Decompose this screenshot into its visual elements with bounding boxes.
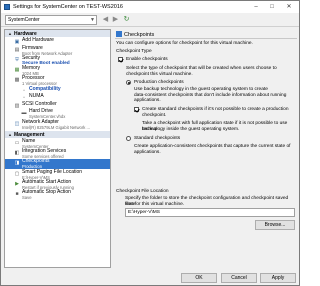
tree-item-detail: Save	[22, 195, 32, 201]
checkpoints-icon	[116, 31, 122, 37]
tree-item-automatic-stop-action[interactable]: ■ Automatic Stop Action Save	[5, 190, 110, 201]
automatic-start-icon: ▶	[15, 181, 19, 187]
memory-icon: ▦	[14, 67, 20, 74]
toolbar: SystemCenter ▼ ◀ ▶ ↻	[1, 13, 299, 27]
section-header-label: Management	[14, 131, 45, 138]
management-section-header[interactable]: ▲ Management	[5, 130, 110, 138]
production-desc-3: applications.	[134, 98, 161, 104]
file-location-desc-2: files for this virtual machine.	[125, 201, 185, 207]
integration-services-icon: ◧	[14, 150, 20, 157]
checkpoints-panel: Checkpoints You can configure options fo…	[114, 29, 298, 268]
tree-item-integration-services[interactable]: ◧ Integration Services Some services offer…	[5, 149, 110, 160]
production-checkpoints-radio[interactable]	[126, 80, 131, 85]
tree-item-security[interactable]: ⛨ Security Secure Boot enabled	[5, 55, 110, 66]
tree-item-label: NUMA	[29, 93, 44, 100]
checkpoints-icon: ◨	[14, 160, 20, 167]
tree-item-hard-drive[interactable]: ▬ Hard Drive SystemCenter.vhdx	[5, 109, 110, 120]
ok-button[interactable]: OK	[181, 273, 217, 283]
dialog-footer: OK Cancel Apply	[1, 271, 299, 285]
firmware-icon: ▤	[14, 46, 20, 53]
checkpoint-location-input[interactable]: E:\Hyper-V\MS	[125, 208, 295, 217]
refresh-icon[interactable]: ↻	[122, 15, 131, 25]
vm-selector[interactable]: SystemCenter ▼	[5, 15, 97, 25]
enable-checkpoints-label[interactable]: Enable checkpoints	[126, 57, 168, 63]
settings-window: Settings for SystemCenter on TEST-WS2016…	[0, 0, 300, 286]
browse-button[interactable]: Browse...	[255, 220, 295, 230]
chevron-down-icon: ▼	[90, 17, 95, 23]
maximize-button[interactable]: □	[265, 2, 279, 12]
automatic-stop-icon: ■	[15, 191, 19, 198]
production-checkpoints-label[interactable]: Production checkpoints	[134, 80, 184, 86]
tree-item-label: SCSI Controller	[22, 100, 57, 107]
standard-checkpoints-radio[interactable]	[126, 136, 131, 141]
smart-paging-icon: ▢	[14, 170, 20, 177]
standard-checkpoints-label[interactable]: Standard checkpoints	[134, 136, 180, 142]
tree-item-checkpoints[interactable]: ◨ Checkpoints Production	[5, 159, 110, 170]
title-bar: Settings for SystemCenter on TEST-WS2016…	[1, 1, 299, 13]
enable-checkpoints-checkbox[interactable]	[118, 57, 123, 62]
forward-icon[interactable]: ▶	[111, 15, 120, 25]
tree-item-label: Compatibility	[29, 85, 61, 92]
processor-icon: ▩	[14, 77, 20, 84]
hardware-section-header[interactable]: ▲ Hardware	[5, 30, 110, 37]
cancel-button[interactable]: Cancel	[221, 273, 257, 283]
settings-tree: ▲ Hardware ▣ Add Hardware ▤ Firmware Boot from…	[4, 29, 111, 268]
standard-fallback-label-2[interactable]: checkpoint.	[142, 113, 166, 119]
network-adapter-icon: ◫	[14, 120, 20, 127]
scsi-controller-icon: ▥	[14, 102, 20, 109]
tree-item-processor[interactable]: ▩ Processor 1 Virtual processor	[5, 76, 110, 87]
header-divider	[115, 38, 297, 39]
back-icon[interactable]: ◀	[101, 15, 110, 25]
panel-header: Checkpoints	[116, 31, 154, 38]
close-button[interactable]: ✕	[282, 2, 296, 12]
vm-selector-value: SystemCenter	[8, 17, 40, 23]
security-icon: ⛨	[15, 56, 19, 63]
standard-desc-2: applications.	[134, 149, 161, 155]
window-title: Settings for SystemCenter on TEST-WS2016	[13, 3, 123, 10]
name-icon: ▭	[14, 139, 20, 146]
file-location-label: Checkpoint File Location	[116, 189, 169, 194]
checkpoint-type-label: Checkpoint Type	[116, 49, 152, 54]
tree-item-network-adapter[interactable]: ◫ Network Adapter Intel(R) 82579LM Gigabit…	[5, 119, 110, 130]
standard-fallback-checkbox[interactable]	[134, 107, 139, 112]
hard-drive-icon: ▬	[21, 110, 27, 117]
add-hardware-icon: ▣	[14, 39, 20, 45]
apply-button[interactable]: Apply	[260, 273, 296, 283]
tree-item-firmware[interactable]: ▤ Firmware Boot from Network Adapter	[5, 45, 110, 56]
compatibility-icon: ▫	[23, 87, 25, 94]
intro-text: You can configure options for checkpoint…	[116, 41, 253, 46]
minimize-button[interactable]: –	[249, 2, 263, 12]
settings-app-icon	[4, 4, 10, 10]
select-type-desc-2: checkpoint this virtual machine.	[126, 71, 193, 77]
tree-item-detail: Intel(R) 82579LM Gigabit Network ...	[22, 124, 90, 130]
tree-item-label: Add Hardware	[22, 37, 54, 43]
fallback-desc-2: technology inside the guest operating sy…	[142, 126, 240, 132]
tree-item-memory[interactable]: ▦ Memory 1024 MB	[5, 66, 110, 77]
